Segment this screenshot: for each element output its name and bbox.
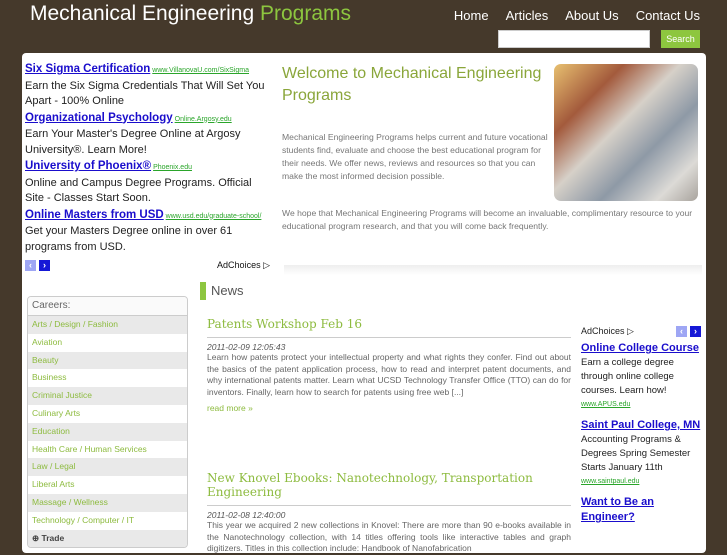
post-body: Learn how patents protect your intellect… [207,352,571,397]
adchoices-text: AdChoices [217,260,261,270]
career-item[interactable]: Education [28,422,187,441]
ad-text: Earn a college degree through online col… [581,357,674,396]
post-date: 2011-02-08 12:40:00 [207,510,286,520]
career-item[interactable]: Aviation [28,334,187,352]
news-heading: News [200,282,244,300]
post-title[interactable]: Patents Workshop Feb 16 [207,317,571,338]
expand-plus-icon: ⊕ [32,532,40,543]
ad-text: Earn the Six Sigma Credentials That Will… [25,79,265,108]
ad-url[interactable]: www.usd.edu/graduate-school/ [166,213,262,220]
news-post: New Knovel Ebooks: Nanotechnology, Trans… [207,471,571,555]
ad-title[interactable]: Six Sigma Certification [25,63,150,75]
ad-text: Earn Your Master's Degree Online at Argo… [25,128,241,156]
ad-item[interactable]: Organizational Psychology Online.Argosy.e… [25,111,270,159]
read-more-link[interactable]: read more » [207,403,253,413]
ad-title[interactable]: University of Phoenix® [25,160,151,172]
site-title[interactable]: Mechanical Engineering Programs [30,2,351,26]
careers-menu: Careers: Arts / Design / Fashion Aviatio… [27,296,188,549]
next-arrow-icon[interactable]: › [39,260,50,272]
post-body: This year we acquired 2 new collections … [207,520,571,554]
ad-text: Accounting Programs & Degrees Spring Sem… [581,434,691,473]
ad-title[interactable]: Online College Course [581,341,701,356]
careers-heading: Careers: [28,297,187,316]
career-item[interactable]: Technology / Computer / IT [28,512,187,530]
ad-text: Online and Campus Degree Programs. Offic… [25,176,252,205]
nav-contact-us[interactable]: Contact Us [636,8,700,23]
welcome-paragraph-2: We hope that Mechanical Engineering Prog… [282,208,693,231]
title-accent: Programs [259,2,352,25]
adchoices-text: AdChoices [581,326,625,336]
ad-url[interactable]: www.APUS.edu [581,398,701,412]
engineers-photo [554,64,698,201]
ad-url[interactable]: www.VillanovaU.com/SixSigma [152,67,249,74]
left-ad-block: Six Sigma Certification www.VillanovaU.co… [25,62,270,274]
ad-item[interactable]: Six Sigma Certification www.VillanovaU.co… [25,62,270,110]
ad-title[interactable]: Saint Paul College, MN [581,418,701,433]
search-input[interactable] [498,30,650,48]
trade-label: Trade [41,532,65,543]
ad-title[interactable]: Organizational Psychology [25,112,173,124]
career-item[interactable]: Business [28,369,187,387]
ad-url[interactable]: www.saintpaul.edu [581,475,701,489]
nav-about-us[interactable]: About Us [565,8,618,23]
ad-url[interactable]: Phoenix.edu [153,164,192,171]
prev-arrow-icon[interactable]: ‹ [25,260,36,272]
ad-title[interactable]: Want to Be an Engineer? [581,495,701,525]
welcome-paragraph: Mechanical Engineering Programs helps cu… [282,132,548,181]
ad-item[interactable]: Online Masters from USD www.usd.edu/gradu… [25,208,270,256]
news-post: Patents Workshop Feb 16 2011-02-09 12:05… [207,317,571,416]
career-item[interactable]: Culinary Arts [28,405,187,423]
adchoices-label[interactable]: AdChoices ▷ [217,258,270,274]
search-button[interactable]: Search [661,30,700,48]
ad-url[interactable]: Online.Argosy.edu [175,116,232,123]
career-item[interactable]: Liberal Arts [28,476,187,494]
main-nav: Home Articles About Us Contact Us [454,8,700,23]
next-arrow-icon[interactable]: › [690,325,701,337]
ad-text: Get your Masters Degree online in over 6… [25,225,233,253]
career-item[interactable]: Arts / Design / Fashion [28,316,187,334]
career-item[interactable]: Massage / Wellness [28,493,187,512]
adchoices-label[interactable]: AdChoices ▷ [581,324,634,338]
right-ad-block: AdChoices ▷ ‹ › Online College Course Earn… [581,324,701,525]
post-title[interactable]: New Knovel Ebooks: Nanotechnology, Trans… [207,471,571,506]
career-item[interactable]: Criminal Justice [28,387,187,405]
ad-item[interactable]: University of Phoenix® Phoenix.edu Online … [25,159,270,207]
ad-title[interactable]: Online Masters from USD [25,209,164,221]
post-date: 2011-02-09 12:05:43 [207,342,286,352]
career-item[interactable]: Health Care / Human Services [28,441,187,459]
nav-home[interactable]: Home [454,8,489,23]
welcome-title: Welcome to Mechanical Engineering Progra… [282,65,542,104]
content-panel: Six Sigma Certification www.VillanovaU.co… [22,53,706,553]
career-item[interactable]: Law / Legal [28,458,187,477]
nav-articles[interactable]: Articles [506,8,549,23]
career-item[interactable]: Beauty [28,351,187,370]
prev-arrow-icon[interactable]: ‹ [676,325,687,337]
divider [284,265,702,275]
title-main: Mechanical Engineering [30,2,255,25]
